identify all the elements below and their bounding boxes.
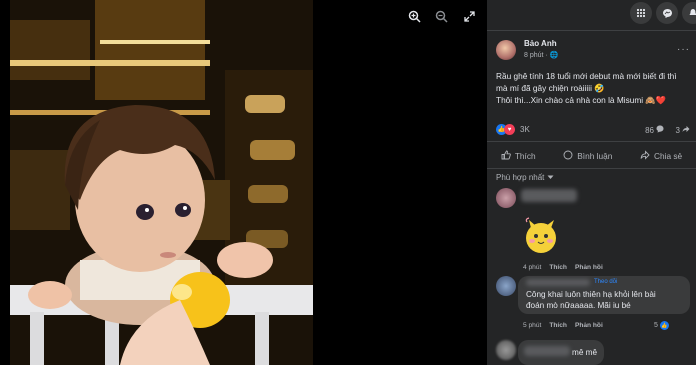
comment-avatar[interactable]: [496, 340, 516, 360]
fullscreen-icon[interactable]: [460, 7, 478, 25]
header-divider: [487, 30, 696, 31]
post-author: Bảo Anh 8 phút · 🌐: [496, 39, 558, 60]
comment-avatar[interactable]: [496, 276, 516, 296]
zoom-out-icon[interactable]: [432, 7, 450, 25]
more-options-icon[interactable]: ···: [677, 44, 690, 55]
post-photo[interactable]: [10, 0, 313, 365]
share-button-label: Chia sẻ: [654, 151, 683, 161]
share-icon: [640, 149, 650, 163]
post-panel: Bảo Anh 8 phút · 🌐 ··· Rầu ghê tính 18 t…: [487, 0, 696, 365]
zoom-in-icon[interactable]: [405, 7, 423, 25]
photo-illustration: [10, 0, 313, 365]
reaction-summary[interactable]: 👍 ♥ 3K 86 3: [496, 124, 690, 136]
author-avatar[interactable]: [496, 40, 516, 60]
share-arrow-icon: [682, 125, 690, 135]
actions-divider: [487, 168, 696, 169]
comment-sort-dropdown[interactable]: Phù hợp nhất: [496, 173, 554, 182]
post-caption: Rầu ghê tính 18 tuổi mới debut mà mới bi…: [496, 70, 690, 106]
comment-2-like[interactable]: Thích: [549, 322, 567, 329]
thumbs-up-icon: [501, 150, 511, 163]
comment-2-text: Công khai luôn thiên hạ khỏi lên bài đoá…: [526, 290, 656, 310]
comment-icon: [563, 150, 573, 163]
comment-3-bubble: mê mê: [518, 340, 604, 365]
caption-line-1: Rầu ghê tính 18 tuổi mới debut mà mới bi…: [496, 71, 677, 93]
post-actions: Thích Bình luận Chia sẻ: [487, 146, 696, 166]
globe-icon: 🌐: [549, 52, 559, 59]
comment-1-reply[interactable]: Phản hồi: [575, 264, 603, 271]
comment-2-meta: 5 phút Thích Phản hồi: [523, 322, 603, 329]
author-name[interactable]: Bảo Anh: [524, 39, 557, 48]
comment-2-reactions[interactable]: 5 👍: [654, 321, 669, 330]
comment-1-time[interactable]: 4 phút: [523, 264, 541, 271]
blurred-commenter-name: [521, 189, 577, 202]
notifications-icon[interactable]: [682, 2, 696, 24]
comment-1-meta: 4 phút Thích Phản hồi: [523, 264, 603, 271]
comment-bubble-icon: [656, 125, 664, 135]
reactions-divider: [487, 141, 696, 142]
comment-1-like[interactable]: Thích: [549, 264, 567, 271]
blurred-commenter-name: [526, 279, 590, 286]
post-time[interactable]: 8 phút · 🌐: [524, 51, 558, 59]
comment-button-label: Bình luận: [577, 151, 613, 161]
reaction-count[interactable]: 3K: [520, 125, 530, 134]
caption-line-2: Thôi thì...Xin chào cả nhà con là Misumi…: [496, 95, 667, 105]
share-button[interactable]: Chia sẻ: [640, 149, 683, 163]
comment-avatar[interactable]: [496, 188, 516, 208]
share-count[interactable]: 3: [676, 125, 690, 135]
sticker-image: [523, 216, 559, 256]
caret-down-icon: [547, 173, 554, 182]
love-reaction-icon: ♥: [504, 124, 515, 135]
comment-button[interactable]: Bình luận: [563, 150, 612, 163]
photo-viewer: [0, 0, 487, 365]
comment-2-bubble: Theo dõi Công khai luôn thiên hạ khỏi lê…: [518, 276, 690, 314]
comment-2-reply[interactable]: Phản hồi: [575, 322, 603, 329]
comment-count[interactable]: 86: [645, 125, 664, 135]
like-reaction-icon: 👍: [659, 321, 669, 330]
top-navigation: [630, 0, 696, 26]
comment-2-time[interactable]: 5 phút: [523, 322, 541, 329]
like-button[interactable]: Thích: [501, 150, 536, 163]
follow-link[interactable]: Theo dõi: [594, 279, 617, 285]
blurred-commenter-name: [524, 346, 570, 356]
like-button-label: Thích: [514, 151, 536, 161]
comment-sort-label: Phù hợp nhất: [496, 173, 545, 182]
menu-grid-icon[interactable]: [630, 2, 652, 24]
messenger-icon[interactable]: [656, 2, 678, 24]
comment-3-text: mê mê: [572, 348, 598, 357]
